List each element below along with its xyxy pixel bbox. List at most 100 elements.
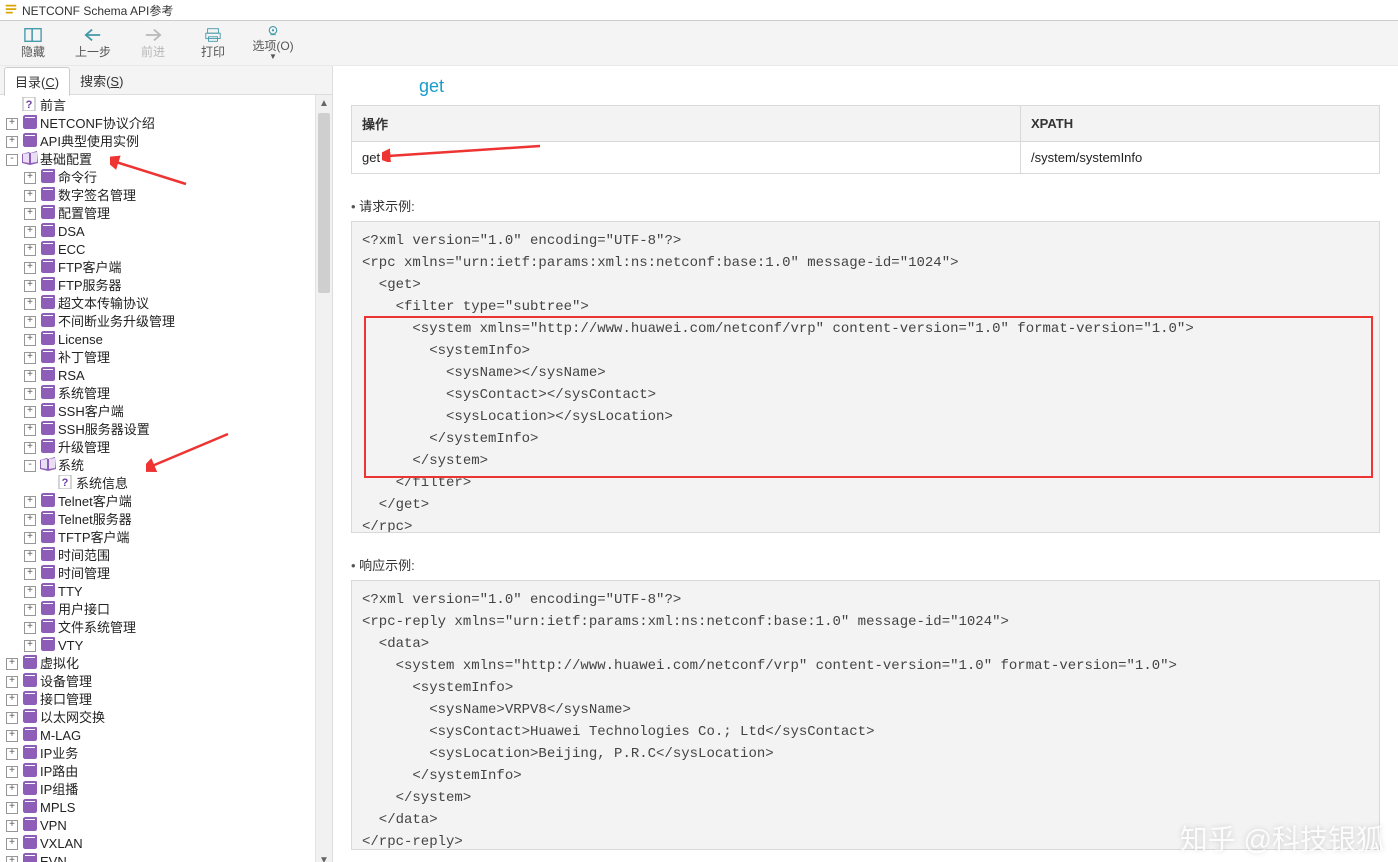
- expand-icon[interactable]: +: [6, 766, 18, 778]
- toc-tree[interactable]: ?前言+NETCONF协议介绍+API典型使用实例-基础配置+命令行+数字签名管…: [0, 95, 316, 862]
- expand-icon[interactable]: +: [24, 550, 36, 562]
- tree-item[interactable]: +IP组播: [4, 781, 316, 799]
- tree-item[interactable]: +时间管理: [4, 565, 316, 583]
- expand-icon[interactable]: +: [24, 298, 36, 310]
- scroll-down-icon[interactable]: ▼: [316, 852, 332, 862]
- tree-label: TTY: [58, 584, 83, 600]
- expand-icon[interactable]: +: [24, 568, 36, 580]
- tree-item[interactable]: +补丁管理: [4, 349, 316, 367]
- tree-item[interactable]: +以太网交换: [4, 709, 316, 727]
- tree-item[interactable]: +FTP服务器: [4, 277, 316, 295]
- tree-item[interactable]: +Telnet服务器: [4, 511, 316, 529]
- tree-item[interactable]: +DSA: [4, 223, 316, 241]
- tree-item[interactable]: +API典型使用实例: [4, 133, 316, 151]
- tree-item[interactable]: -基础配置: [4, 151, 316, 169]
- expand-icon[interactable]: +: [24, 388, 36, 400]
- tree-label: TFTP客户端: [58, 530, 130, 546]
- expand-icon[interactable]: +: [24, 334, 36, 346]
- expand-icon[interactable]: +: [6, 712, 18, 724]
- back-button[interactable]: 上一步: [66, 25, 120, 61]
- expand-icon[interactable]: +: [24, 496, 36, 508]
- expand-icon[interactable]: +: [24, 190, 36, 202]
- tree-item[interactable]: +VXLAN: [4, 835, 316, 853]
- expand-icon[interactable]: +: [6, 676, 18, 688]
- tree-item[interactable]: +配置管理: [4, 205, 316, 223]
- expand-icon[interactable]: +: [6, 694, 18, 706]
- tree-item[interactable]: +NETCONF协议介绍: [4, 115, 316, 133]
- expand-icon[interactable]: +: [24, 226, 36, 238]
- options-button[interactable]: 选项(O)▼: [246, 25, 300, 61]
- expand-icon[interactable]: +: [24, 172, 36, 184]
- expand-icon[interactable]: +: [24, 424, 36, 436]
- tree-item[interactable]: +时间范围: [4, 547, 316, 565]
- tree-item[interactable]: +Telnet客户端: [4, 493, 316, 511]
- tree-item[interactable]: +不间断业务升级管理: [4, 313, 316, 331]
- tree-item[interactable]: ?系统信息: [4, 475, 316, 493]
- expand-icon[interactable]: +: [24, 316, 36, 328]
- expand-icon[interactable]: +: [24, 352, 36, 364]
- expand-icon[interactable]: +: [24, 208, 36, 220]
- tree-item[interactable]: +FTP客户端: [4, 259, 316, 277]
- collapse-icon[interactable]: -: [6, 154, 18, 166]
- expand-icon[interactable]: +: [24, 244, 36, 256]
- tree-item[interactable]: +设备管理: [4, 673, 316, 691]
- expand-icon[interactable]: +: [6, 802, 18, 814]
- expand-icon[interactable]: +: [6, 118, 18, 130]
- tree-item[interactable]: + VPN: [4, 817, 316, 835]
- expand-icon[interactable]: +: [24, 640, 36, 652]
- expand-icon[interactable]: +: [6, 784, 18, 796]
- tree-item[interactable]: +M-LAG: [4, 727, 316, 745]
- tree-item[interactable]: + TTY: [4, 583, 316, 601]
- expand-icon[interactable]: +: [6, 136, 18, 148]
- collapse-icon[interactable]: -: [24, 460, 36, 472]
- tree-item[interactable]: +SSH服务器设置: [4, 421, 316, 439]
- tree-item[interactable]: +SSH客户端: [4, 403, 316, 421]
- expand-icon[interactable]: +: [6, 748, 18, 760]
- expand-icon[interactable]: +: [6, 856, 18, 862]
- tree-item[interactable]: +RSA: [4, 367, 316, 385]
- tree-item[interactable]: +用户接口: [4, 601, 316, 619]
- tree-item[interactable]: ?前言: [4, 97, 316, 115]
- tab-toc[interactable]: 目录(C): [4, 67, 70, 96]
- tree-label: VPN: [40, 818, 67, 834]
- print-button[interactable]: 打印: [186, 25, 240, 61]
- expand-icon[interactable]: +: [24, 532, 36, 544]
- tree-item[interactable]: + TFTP客户端: [4, 529, 316, 547]
- expand-icon[interactable]: +: [6, 820, 18, 832]
- tree-item[interactable]: + IP业务: [4, 745, 316, 763]
- expand-icon[interactable]: +: [24, 370, 36, 382]
- expand-icon[interactable]: +: [24, 262, 36, 274]
- tree-item[interactable]: +虚拟化: [4, 655, 316, 673]
- tree-item[interactable]: +数字签名管理: [4, 187, 316, 205]
- tree-item[interactable]: +系统管理: [4, 385, 316, 403]
- tree-item[interactable]: +IP路由: [4, 763, 316, 781]
- scroll-thumb[interactable]: [318, 113, 330, 293]
- tree-item[interactable]: +ECC: [4, 241, 316, 259]
- expand-icon[interactable]: +: [6, 730, 18, 742]
- expand-icon[interactable]: +: [24, 442, 36, 454]
- tree-item[interactable]: +VTY: [4, 637, 316, 655]
- tree-item[interactable]: +升级管理: [4, 439, 316, 457]
- tree-item[interactable]: +超文本传输协议: [4, 295, 316, 313]
- expand-icon[interactable]: +: [6, 658, 18, 670]
- expand-icon[interactable]: +: [24, 604, 36, 616]
- tree-item[interactable]: +文件系统管理: [4, 619, 316, 637]
- tree-item[interactable]: -系统: [4, 457, 316, 475]
- expand-icon[interactable]: +: [6, 838, 18, 850]
- expand-icon[interactable]: +: [24, 280, 36, 292]
- tree-item[interactable]: +EVN: [4, 853, 316, 862]
- tree-label: IP业务: [40, 746, 78, 762]
- tree-item[interactable]: + 接口管理: [4, 691, 316, 709]
- scrollbar[interactable]: ▲ ▼: [315, 95, 332, 862]
- tree-item[interactable]: +MPLS: [4, 799, 316, 817]
- expand-icon[interactable]: +: [24, 406, 36, 418]
- hide-button[interactable]: 隐藏: [6, 25, 60, 61]
- expand-icon[interactable]: +: [24, 586, 36, 598]
- expand-icon[interactable]: +: [24, 514, 36, 526]
- tab-search[interactable]: 搜索(S): [70, 67, 133, 94]
- tree-item[interactable]: +命令行: [4, 169, 316, 187]
- expand-icon[interactable]: +: [24, 622, 36, 634]
- tree-item[interactable]: +License: [4, 331, 316, 349]
- scroll-up-icon[interactable]: ▲: [316, 95, 332, 111]
- tree-label: 接口管理: [40, 692, 92, 708]
